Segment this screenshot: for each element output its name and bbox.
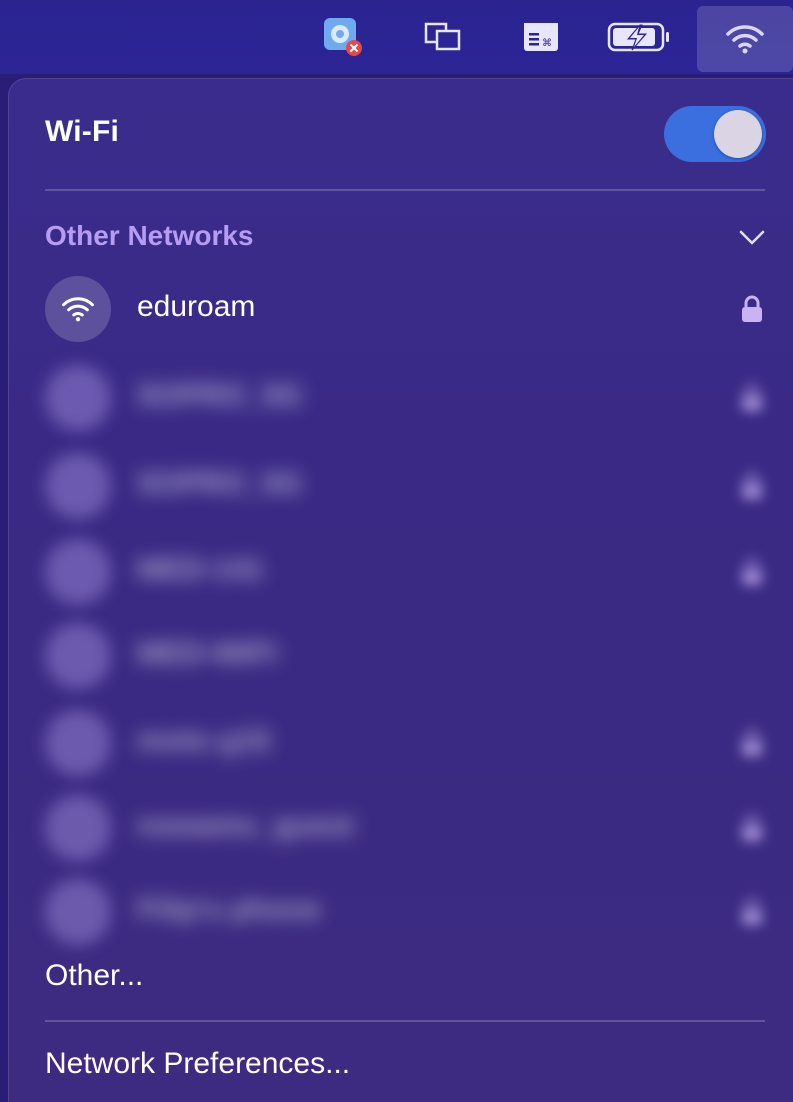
wifi-title: Wi-Fi — [45, 115, 120, 148]
network-name: SOPRO_5G — [137, 467, 303, 500]
network-item[interactable]: SOPRO_5G — [45, 361, 767, 435]
network-name: moto g15 — [137, 724, 271, 757]
chevron-down-icon[interactable] — [737, 222, 767, 252]
lock-icon — [739, 728, 765, 758]
network-name: eduroam — [137, 290, 256, 323]
network-item[interactable]: Filip's phone — [45, 875, 767, 949]
network-item[interactable]: MED-141 — [45, 535, 767, 609]
menu-bar: ⌘ — [0, 0, 793, 74]
wifi-signal-icon — [45, 879, 111, 945]
wifi-signal-icon — [45, 623, 111, 689]
wifi-signal-icon — [45, 710, 111, 776]
battery-charging-icon[interactable] — [604, 18, 674, 56]
divider — [45, 1020, 765, 1022]
network-preferences-item[interactable]: Network Preferences... — [45, 1047, 350, 1081]
wifi-menu-panel: Wi-Fi Other Networks eduroam SOPRO_5G SOPR… — [8, 78, 793, 1102]
toggle-knob — [714, 110, 762, 158]
lock-icon — [739, 294, 765, 324]
wifi-toggle[interactable] — [664, 106, 766, 162]
network-item[interactable]: nowams_guest — [45, 791, 767, 865]
lock-icon — [739, 897, 765, 927]
lock-icon — [739, 471, 765, 501]
wifi-signal-icon — [45, 795, 111, 861]
wifi-signal-icon — [45, 365, 111, 431]
network-name: nowams_guest — [137, 809, 354, 842]
other-network-item[interactable]: Other... — [45, 959, 143, 993]
wifi-icon — [726, 25, 764, 54]
other-networks-header[interactable]: Other Networks — [45, 218, 767, 258]
lock-icon — [739, 813, 765, 843]
network-name: SOPRO_5G — [137, 379, 303, 412]
divider — [45, 189, 765, 191]
wifi-signal-icon — [45, 453, 111, 519]
lock-icon — [739, 557, 765, 587]
wifi-signal-icon — [45, 276, 111, 342]
network-item[interactable]: SOPRO_5G — [45, 449, 767, 523]
network-name: MED-WIFI — [137, 637, 277, 670]
network-name: MED-141 — [137, 553, 264, 586]
network-item[interactable]: MED-WIFI — [45, 619, 767, 693]
wifi-status-button[interactable] — [697, 6, 793, 72]
network-item[interactable]: eduroam — [45, 272, 767, 346]
network-item[interactable]: moto g15 — [45, 706, 767, 780]
lock-icon — [739, 383, 765, 413]
windows-icon[interactable] — [420, 18, 466, 56]
wifi-signal-icon — [45, 539, 111, 605]
svg-text:⌘: ⌘ — [542, 38, 552, 49]
section-title: Other Networks — [45, 220, 254, 251]
network-name: Filip's phone — [137, 893, 321, 926]
keyboard-shortcuts-icon[interactable]: ⌘ — [518, 18, 564, 56]
app-status-icon[interactable] — [320, 18, 366, 56]
